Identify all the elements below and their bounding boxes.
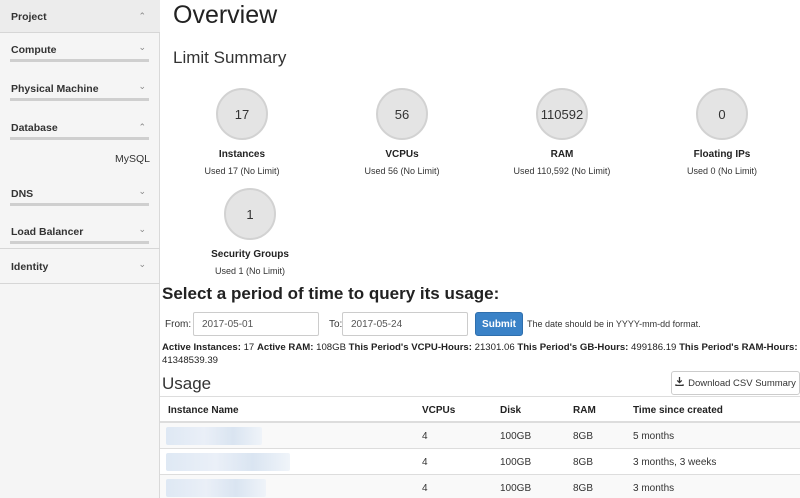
redacted-instance-name[interactable] bbox=[166, 479, 266, 497]
sidebar-section-physical-machine[interactable]: Physical Machine ⌄ bbox=[0, 72, 160, 102]
column-header-ram[interactable]: RAM bbox=[573, 405, 596, 416]
usage-title: Usage bbox=[162, 374, 212, 393]
summary-label: This Period's VCPU-Hours: bbox=[348, 342, 472, 353]
submit-button[interactable]: Submit bbox=[475, 312, 523, 336]
sidebar-item-mysql[interactable]: MySQL bbox=[115, 153, 150, 165]
from-label: From: bbox=[165, 319, 192, 330]
sidebar-section-label: Database bbox=[11, 122, 58, 134]
sidebar-section-label: Project bbox=[11, 11, 47, 23]
limit-label: Floating IPs bbox=[693, 149, 751, 160]
download-csv-button[interactable]: Download CSV Summary bbox=[671, 371, 800, 395]
chevron-up-icon: ⌃ bbox=[138, 122, 146, 132]
sidebar-section-compute[interactable]: Compute ⌄ bbox=[0, 33, 160, 63]
limit-instances: 17 Instances Used 17 (No Limit) bbox=[177, 88, 307, 176]
cell-ram: 8GB bbox=[573, 431, 594, 442]
table-header: Instance Name VCPUs Disk RAM Time since … bbox=[160, 396, 800, 423]
table-row: 4 100GB 8GB 5 months bbox=[160, 423, 800, 449]
limit-summary-title: Limit Summary bbox=[173, 48, 287, 67]
summary-value: 17 bbox=[243, 342, 255, 353]
table-row: 4 100GB 8GB 3 months bbox=[160, 475, 800, 498]
pie-chart: 1 bbox=[224, 188, 276, 240]
sidebar-section-identity[interactable]: Identity ⌄ bbox=[0, 250, 160, 280]
limit-used: Used 1 (No Limit) bbox=[214, 266, 286, 276]
cell-disk: 100GB bbox=[500, 457, 532, 468]
pie-chart: 0 bbox=[696, 88, 748, 140]
redacted-instance-name[interactable] bbox=[166, 453, 290, 471]
limit-label: Instances bbox=[218, 149, 266, 160]
limit-vcpus: 56 VCPUs Used 56 (No Limit) bbox=[337, 88, 467, 176]
pie-chart: 110592 bbox=[536, 88, 588, 140]
section-underline bbox=[10, 137, 149, 140]
limit-label: Security Groups bbox=[211, 249, 289, 260]
download-csv-label: Download CSV Summary bbox=[688, 377, 796, 389]
sidebar-section-label: DNS bbox=[11, 188, 34, 200]
sidebar-section-label: Physical Machine bbox=[11, 83, 99, 95]
main-content: Overview Limit Summary 17 Instances Used… bbox=[160, 0, 800, 498]
sidebar-section-database[interactable]: Database ⌃ bbox=[0, 111, 160, 141]
chevron-down-icon: ⌄ bbox=[138, 259, 146, 269]
page-title: Overview bbox=[173, 1, 278, 29]
limit-security-groups: 1 Security Groups Used 1 (No Limit) bbox=[185, 188, 315, 276]
sidebar-section-label: Compute bbox=[11, 44, 57, 56]
redacted-instance-name[interactable] bbox=[166, 427, 262, 445]
sidebar-section-label: Identity bbox=[11, 261, 49, 273]
limit-used: Used 56 (No Limit) bbox=[364, 166, 440, 176]
cell-time: 3 months bbox=[633, 483, 675, 494]
chevron-down-icon: ⌄ bbox=[138, 186, 146, 196]
section-underline bbox=[10, 98, 149, 101]
sidebar-section-label: Load Balancer bbox=[11, 226, 84, 238]
column-header-disk[interactable]: Disk bbox=[500, 405, 521, 416]
sidebar-section-dns[interactable]: DNS ⌄ bbox=[0, 177, 160, 207]
date-format-hint: The date should be in YYYY-mm-dd format. bbox=[527, 319, 701, 329]
summary-value: 499186.19 bbox=[631, 342, 677, 353]
summary-label: This Period's RAM-Hours: bbox=[679, 342, 798, 353]
from-date-input[interactable] bbox=[193, 312, 319, 336]
limit-used: Used 17 (No Limit) bbox=[204, 166, 280, 176]
chevron-down-icon: ⌄ bbox=[138, 81, 146, 91]
cell-ram: 8GB bbox=[573, 483, 594, 494]
sidebar: Project ⌃ Compute ⌄ Physical Machine ⌄ D… bbox=[0, 0, 160, 498]
divider bbox=[0, 248, 160, 249]
section-underline bbox=[10, 241, 149, 244]
limit-used: Used 0 (No Limit) bbox=[686, 166, 758, 176]
divider bbox=[0, 283, 160, 284]
cell-disk: 100GB bbox=[500, 431, 532, 442]
summary-label: Active Instances: bbox=[162, 342, 241, 353]
chevron-up-icon: ⌃ bbox=[138, 11, 146, 21]
cell-vcpus: 4 bbox=[422, 483, 428, 494]
column-header-vcpus[interactable]: VCPUs bbox=[422, 405, 455, 416]
summary-label: Active RAM: bbox=[256, 342, 314, 353]
cell-vcpus: 4 bbox=[422, 457, 428, 468]
summary-label: This Period's GB-Hours: bbox=[517, 342, 629, 353]
cell-time: 3 months, 3 weeks bbox=[633, 457, 717, 468]
limit-label: VCPUs bbox=[385, 149, 419, 160]
cell-disk: 100GB bbox=[500, 483, 532, 494]
table-row: 4 100GB 8GB 3 months, 3 weeks bbox=[160, 449, 800, 475]
limit-ram: 110592 RAM Used 110,592 (No Limit) bbox=[497, 88, 627, 176]
cell-ram: 8GB bbox=[573, 457, 594, 468]
cell-time: 5 months bbox=[633, 431, 675, 442]
download-icon bbox=[675, 377, 684, 389]
limit-used: Used 110,592 (No Limit) bbox=[513, 166, 611, 176]
column-header-time-since-created[interactable]: Time since created bbox=[633, 405, 723, 416]
sidebar-section-project[interactable]: Project ⌃ bbox=[0, 0, 160, 32]
chevron-down-icon: ⌄ bbox=[138, 42, 146, 52]
summary-value: 41348539.39 bbox=[162, 355, 219, 366]
to-date-input[interactable] bbox=[342, 312, 468, 336]
limit-floating-ips: 0 Floating IPs Used 0 (No Limit) bbox=[657, 88, 787, 176]
summary-value: 108GB bbox=[316, 342, 346, 353]
column-header-instance-name[interactable]: Instance Name bbox=[168, 405, 239, 416]
summary-value: 21301.06 bbox=[474, 342, 515, 353]
pie-chart: 17 bbox=[216, 88, 268, 140]
section-underline bbox=[10, 203, 149, 206]
period-title: Select a period of time to query its usa… bbox=[162, 284, 500, 303]
limit-label: RAM bbox=[550, 149, 574, 160]
to-label: To: bbox=[329, 319, 343, 330]
sidebar-section-load-balancer[interactable]: Load Balancer ⌄ bbox=[0, 215, 160, 245]
pie-chart: 56 bbox=[376, 88, 428, 140]
cell-vcpus: 4 bbox=[422, 431, 428, 442]
usage-summary: Active Instances: 17 Active RAM: 108GB T… bbox=[162, 341, 798, 367]
chevron-down-icon: ⌄ bbox=[138, 224, 146, 234]
section-underline bbox=[10, 59, 149, 62]
